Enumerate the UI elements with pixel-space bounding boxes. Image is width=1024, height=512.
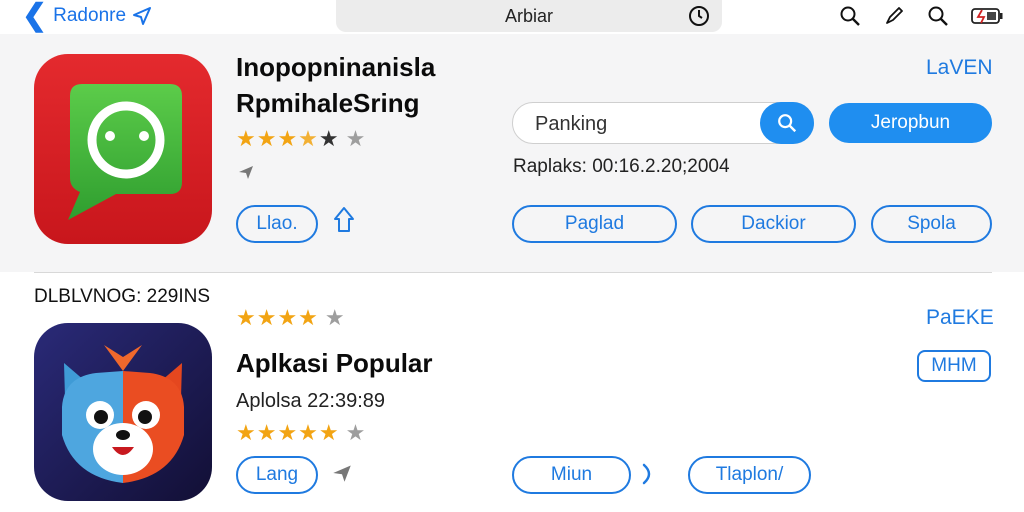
- rating-stars: ★★★ ★ ★ ★: [236, 126, 367, 151]
- rating-stars-top: ★★★★ ★: [236, 305, 346, 330]
- clock-icon[interactable]: [688, 5, 710, 27]
- badge-button[interactable]: MHM: [917, 350, 991, 382]
- loading-icon: [642, 463, 651, 485]
- back-label: Radonre: [53, 5, 127, 26]
- chevron-left-icon: ❮: [22, 0, 48, 32]
- address-text: Arbiar: [504, 5, 553, 26]
- primary-button[interactable]: Jeropbun: [829, 103, 992, 143]
- search-field[interactable]: [512, 102, 814, 144]
- back-button[interactable]: ❮ Radonre: [22, 0, 152, 32]
- search-icon[interactable]: [926, 4, 950, 28]
- action-button-2[interactable]: Dackior: [691, 205, 856, 243]
- action-button-3[interactable]: Spola: [871, 205, 992, 243]
- action-button-1[interactable]: Paglad: [512, 205, 677, 243]
- search-icon[interactable]: [838, 4, 862, 28]
- home-icon[interactable]: [332, 205, 356, 235]
- rating-stars-2: ★★★★★ ★: [236, 420, 367, 445]
- app-icon-fox[interactable]: [34, 323, 212, 501]
- share-icon[interactable]: [332, 463, 352, 483]
- pen-icon[interactable]: [882, 4, 906, 28]
- tag-button[interactable]: Llao.: [236, 205, 318, 243]
- search-icon: [778, 114, 797, 133]
- fox-icon: [34, 323, 212, 501]
- section-divider: [34, 272, 992, 273]
- app-title-2: Aplkasi Popular: [236, 348, 433, 378]
- section-label: DLBLVNOG: 229INS: [34, 286, 211, 307]
- tag-button-2[interactable]: Lang: [236, 456, 318, 494]
- navigation-icon: [133, 7, 152, 25]
- app-icon-messenger[interactable]: [34, 54, 212, 244]
- app-link-2[interactable]: PaEKE: [926, 306, 994, 330]
- search-button[interactable]: [760, 102, 814, 144]
- top-bar: ❮ Radonre Arbiar: [0, 0, 1024, 34]
- address-bar[interactable]: Arbiar: [336, 0, 722, 32]
- search-input[interactable]: [535, 111, 755, 137]
- action-button-4[interactable]: Miun: [512, 456, 631, 494]
- app-meta: Raplaks: 00:16.2.20;2004: [513, 156, 730, 177]
- app-title-line2: RpmihaleSring: [236, 88, 420, 118]
- chat-bubble-icon: [34, 54, 212, 244]
- share-icon[interactable]: [238, 164, 254, 180]
- app-title-line1: Inopopninanisla: [236, 52, 436, 82]
- app-link[interactable]: LaVEN: [926, 56, 993, 80]
- app-meta-2: Aplolsa 22:39:89: [236, 390, 386, 412]
- action-button-5[interactable]: Tlaplon/: [688, 456, 811, 494]
- battery-icon: [971, 8, 1003, 24]
